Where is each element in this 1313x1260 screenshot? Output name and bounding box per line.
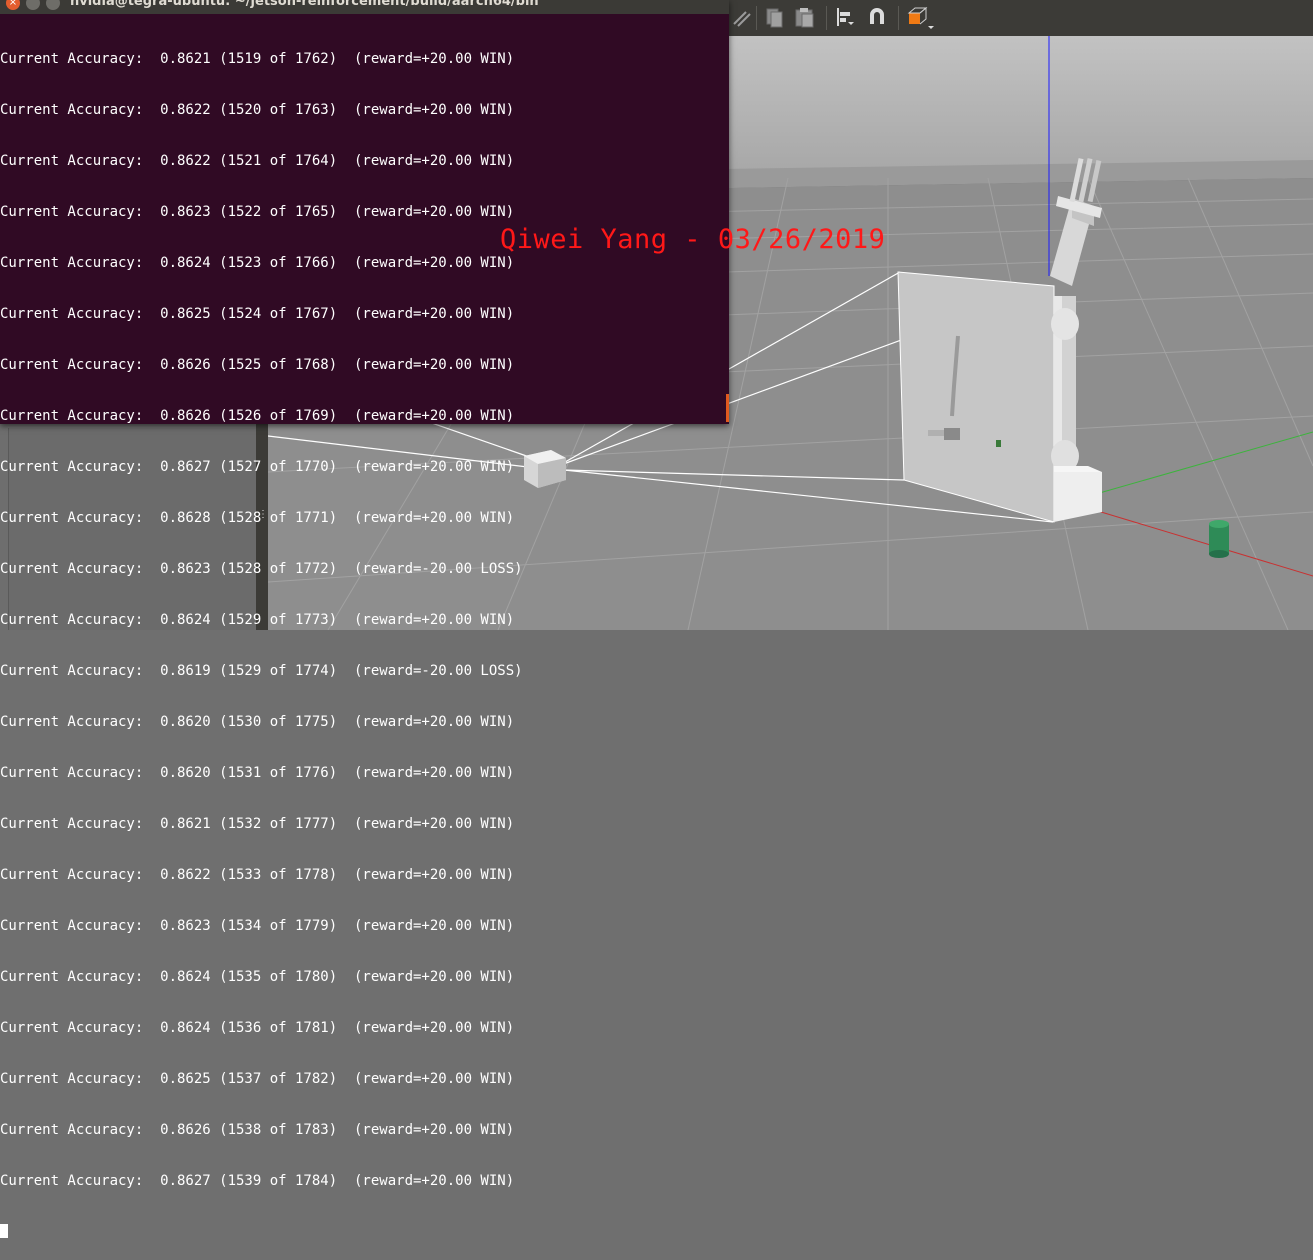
terminal-cursor xyxy=(0,1224,8,1238)
terminal-line: Current Accuracy: 0.8624 (1529 of 1773) … xyxy=(0,612,515,628)
maximize-icon[interactable] xyxy=(46,0,60,10)
target-cylinder xyxy=(1209,520,1229,558)
terminal-output[interactable]: Current Accuracy: 0.8621 (1519 of 1762) … xyxy=(0,17,726,1238)
toolbar-separator xyxy=(898,6,899,30)
terminal-line: Current Accuracy: 0.8623 (1528 of 1772) … xyxy=(0,561,523,577)
terminal-line: Current Accuracy: 0.8625 (1537 of 1782) … xyxy=(0,1071,515,1087)
terminal-scrollbar[interactable] xyxy=(726,394,729,422)
terminal-line: Current Accuracy: 0.8624 (1536 of 1781) … xyxy=(0,1020,515,1036)
terminal-line: Current Accuracy: 0.8620 (1530 of 1775) … xyxy=(0,714,515,730)
view-angle-icon[interactable] xyxy=(906,6,934,29)
terminal-line: Current Accuracy: 0.8622 (1533 of 1778) … xyxy=(0,867,515,883)
terminal-titlebar[interactable]: × nvidia@tegra-ubuntu: ~/jetson-reinforc… xyxy=(0,0,729,14)
terminal-window[interactable]: × nvidia@tegra-ubuntu: ~/jetson-reinforc… xyxy=(0,0,729,1238)
terminal-line: Current Accuracy: 0.8626 (1526 of 1769) … xyxy=(0,408,515,424)
terminal-line: Current Accuracy: 0.8624 (1535 of 1780) … xyxy=(0,969,515,985)
terminal-line: Current Accuracy: 0.8627 (1539 of 1784) … xyxy=(0,1173,515,1189)
terminal-line: Current Accuracy: 0.8622 (1520 of 1763) … xyxy=(0,102,515,118)
terminal-line: Current Accuracy: 0.8621 (1532 of 1777) … xyxy=(0,816,515,832)
toolbar-separator xyxy=(756,6,757,30)
author-watermark: Qiwei Yang - 03/26/2019 xyxy=(500,224,886,255)
magnet-snap-icon[interactable] xyxy=(866,6,888,28)
terminal-title: nvidia@tegra-ubuntu: ~/jetson-reinforcem… xyxy=(70,0,539,9)
terminal-line: Current Accuracy: 0.8627 (1527 of 1770) … xyxy=(0,459,515,475)
terminal-line: Current Accuracy: 0.8624 (1523 of 1766) … xyxy=(0,255,515,271)
terminal-prompt-line[interactable] xyxy=(0,1224,726,1241)
toolbar-separator xyxy=(826,6,827,30)
copy-icon[interactable] xyxy=(764,6,786,28)
minimize-icon[interactable] xyxy=(26,0,40,10)
terminal-line: Current Accuracy: 0.8628 (1528 of 1771) … xyxy=(0,510,515,526)
terminal-line: Current Accuracy: 0.8626 (1525 of 1768) … xyxy=(0,357,515,373)
line-tool-icon[interactable] xyxy=(732,6,754,28)
terminal-line: Current Accuracy: 0.8623 (1534 of 1779) … xyxy=(0,918,515,934)
close-icon[interactable]: × xyxy=(6,0,20,10)
align-icon[interactable] xyxy=(834,6,856,28)
terminal-line: Current Accuracy: 0.8625 (1524 of 1767) … xyxy=(0,306,515,322)
paste-icon[interactable] xyxy=(794,6,816,28)
terminal-line: Current Accuracy: 0.8619 (1529 of 1774) … xyxy=(0,663,523,679)
terminal-line: Current Accuracy: 0.8621 (1519 of 1762) … xyxy=(0,51,515,67)
terminal-line: Current Accuracy: 0.8622 (1521 of 1764) … xyxy=(0,153,515,169)
terminal-line: Current Accuracy: 0.8623 (1522 of 1765) … xyxy=(0,204,515,220)
camera-image-plane xyxy=(897,271,1055,523)
terminal-line: Current Accuracy: 0.8620 (1531 of 1776) … xyxy=(0,765,515,781)
terminal-line: Current Accuracy: 0.8626 (1538 of 1783) … xyxy=(0,1122,515,1138)
